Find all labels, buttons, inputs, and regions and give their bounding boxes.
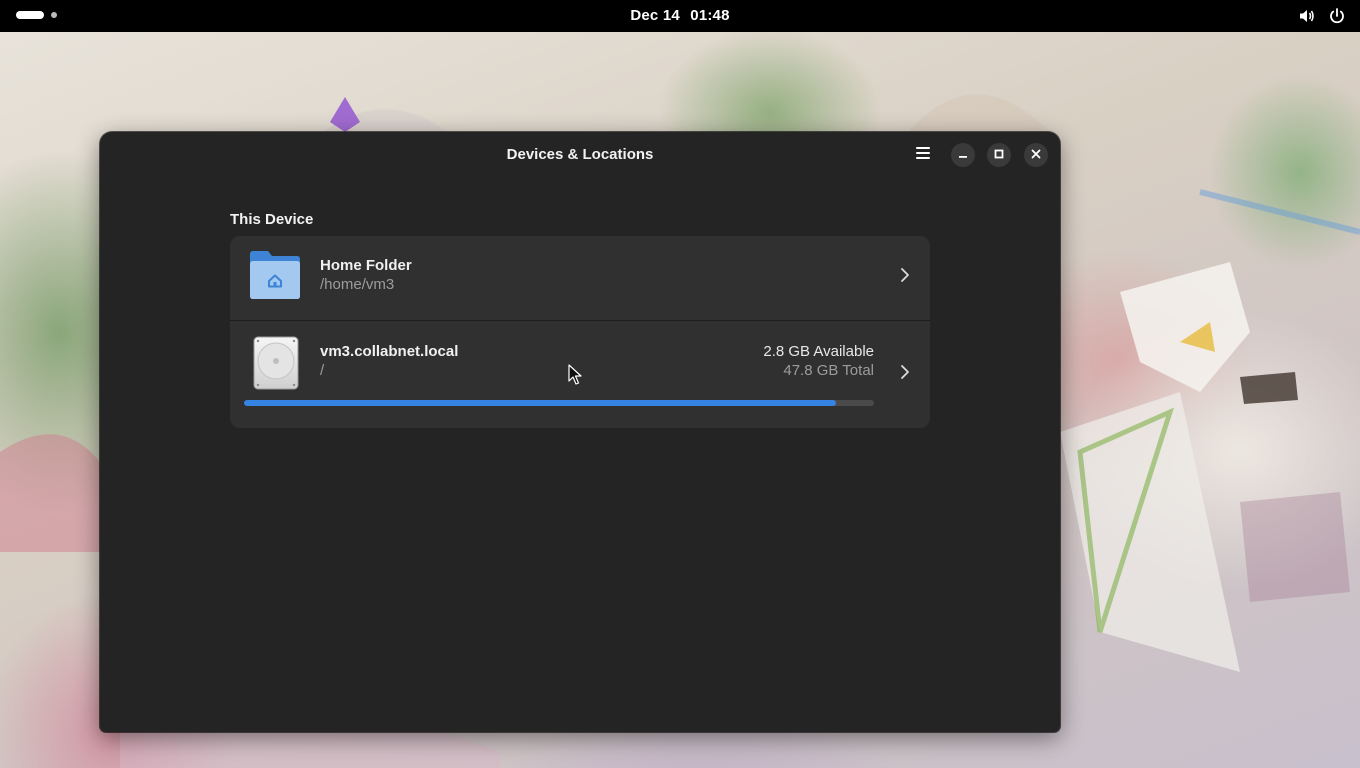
location-path: / bbox=[320, 362, 325, 379]
header-bar[interactable]: Devices & Locations bbox=[100, 132, 1060, 178]
close-icon bbox=[1031, 146, 1041, 164]
clock[interactable]: Dec 14 01:48 bbox=[0, 7, 1360, 24]
minimize-button[interactable] bbox=[951, 143, 975, 167]
clock-date: Dec 14 bbox=[630, 7, 680, 24]
volume-icon[interactable] bbox=[1298, 7, 1316, 25]
system-tray[interactable] bbox=[1298, 7, 1346, 25]
mouse-pointer-icon bbox=[568, 364, 582, 391]
section-title-this-device: This Device bbox=[230, 211, 314, 228]
close-button[interactable] bbox=[1024, 143, 1048, 167]
minimize-icon bbox=[958, 146, 968, 164]
folder-home-icon bbox=[248, 248, 302, 307]
chevron-right-icon bbox=[900, 267, 910, 288]
locations-list: Home Folder /home/vm3 vm3.collabnet.loca… bbox=[230, 236, 930, 428]
disk-usage-fill bbox=[244, 400, 837, 406]
location-name: vm3.collabnet.local bbox=[320, 343, 459, 360]
disk-usage-bar bbox=[244, 400, 874, 406]
chevron-right-icon bbox=[900, 364, 910, 385]
location-row-home[interactable]: Home Folder /home/vm3 bbox=[230, 236, 930, 321]
menu-icon bbox=[915, 146, 931, 165]
menu-button[interactable] bbox=[908, 140, 938, 170]
devices-locations-window: Devices & Locations This Device Home Fol… bbox=[100, 132, 1060, 732]
top-bar: Dec 14 01:48 bbox=[0, 0, 1360, 32]
drive-harddisk-icon bbox=[252, 335, 300, 396]
location-name: Home Folder bbox=[320, 257, 412, 274]
maximize-button[interactable] bbox=[987, 143, 1011, 167]
disk-total: 47.8 GB Total bbox=[783, 362, 874, 379]
clock-time: 01:48 bbox=[690, 7, 730, 24]
location-path: /home/vm3 bbox=[320, 276, 395, 293]
disk-available: 2.8 GB Available bbox=[763, 343, 874, 360]
power-icon[interactable] bbox=[1328, 7, 1346, 25]
maximize-icon bbox=[994, 146, 1004, 164]
